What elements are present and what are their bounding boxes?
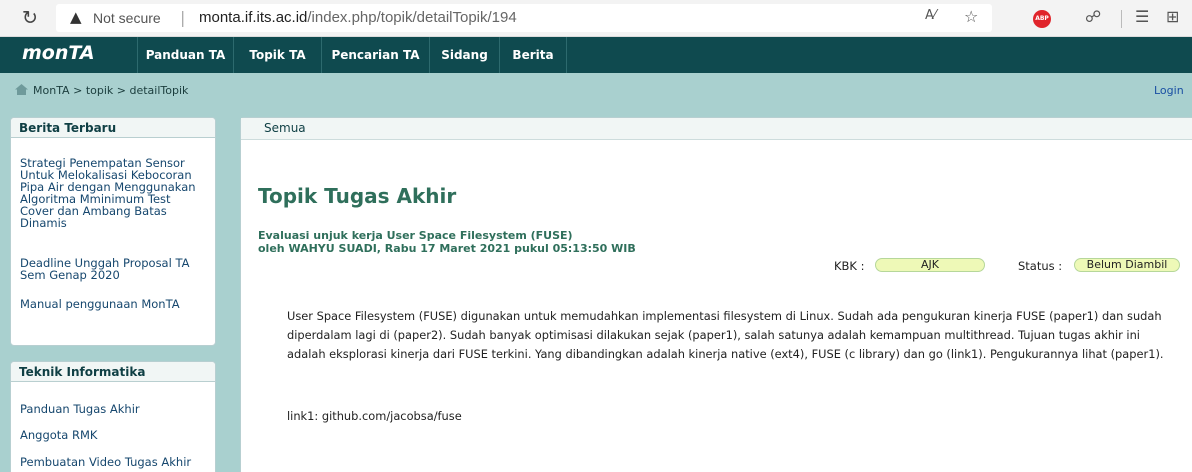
favorite-icon[interactable]: ☆ <box>964 7 978 26</box>
news-link[interactable]: Strategi Penempatan Sensor Untuk Melokal… <box>20 157 206 229</box>
breadcrumb: MonTA > topik > detailTopik <box>15 84 188 97</box>
tab-bar: Semua <box>241 118 1192 140</box>
nav-topik-ta[interactable]: Topik TA <box>233 37 321 73</box>
status-label: Status : <box>1018 259 1063 273</box>
breadcrumb-topik[interactable]: topik <box>86 84 113 97</box>
kbk-label: KBK : <box>834 259 865 273</box>
nav-pencarian-ta[interactable]: Pencarian TA <box>321 37 429 73</box>
kbk-badge: AJK <box>875 258 985 272</box>
login-link[interactable]: Login <box>1154 84 1184 97</box>
address-bar[interactable]: ▲ Not secure | monta.if.its.ac.id/index.… <box>56 4 992 32</box>
address-separator: | <box>180 8 186 27</box>
site-logo[interactable]: monTA <box>22 42 95 64</box>
news-link[interactable]: Deadline Unggah Proposal TA Sem Genap 20… <box>20 257 206 281</box>
reference-link: link1: github.com/jacobsa/fuse <box>287 409 462 423</box>
news-panel: Berita Terbaru Strategi Penempatan Senso… <box>10 117 216 346</box>
department-panel: Teknik Informatika Panduan Tugas Akhir A… <box>10 361 216 472</box>
department-link[interactable]: Anggota RMK <box>20 429 206 441</box>
breadcrumb-home[interactable]: MonTA <box>33 84 70 97</box>
warning-icon[interactable]: ▲ <box>70 8 82 26</box>
department-link[interactable]: Pembuatan Video Tugas Akhir <box>20 456 206 468</box>
topic-byline: oleh WAHYU SUADI, Rabu 17 Maret 2021 puk… <box>258 242 636 255</box>
adblock-icon[interactable]: ABP <box>1033 10 1051 28</box>
url-path: /index.php/topik/detailTopik/194 <box>307 9 517 26</box>
topic-description: User Space Filesystem (FUSE) digunakan u… <box>287 309 1164 361</box>
security-label[interactable]: Not secure <box>93 10 161 26</box>
main-content: Semua Topik Tugas Akhir Evaluasi unjuk k… <box>240 117 1192 472</box>
site-navbar: monTA Panduan TA Topik TA Pencarian TA S… <box>0 37 1192 73</box>
browser-toolbar: ↻ ▲ Not secure | monta.if.its.ac.id/inde… <box>0 0 1192 37</box>
status-badge: Belum Diambil <box>1074 258 1180 272</box>
page-title: Topik Tugas Akhir <box>258 184 457 208</box>
extensions-icon[interactable]: ☍ <box>1085 7 1101 26</box>
nav-sidang[interactable]: Sidang <box>429 37 499 73</box>
url-text[interactable]: monta.if.its.ac.id/index.php/topik/detai… <box>199 9 517 26</box>
home-icon <box>15 84 28 95</box>
breadcrumb-detail: detailTopik <box>129 84 189 97</box>
nav-berita[interactable]: Berita <box>499 37 567 73</box>
url-host: monta.if.its.ac.id <box>199 9 308 26</box>
nav-panduan-ta[interactable]: Panduan TA <box>137 37 233 73</box>
toolbar-divider <box>1121 10 1122 28</box>
reload-icon[interactable]: ↻ <box>22 7 38 29</box>
read-aloud-icon[interactable]: A⁄ <box>925 8 936 23</box>
collections-icon[interactable]: ⊞ <box>1166 7 1179 26</box>
breadcrumb-separator: > <box>116 84 126 97</box>
tab-semua[interactable]: Semua <box>264 121 306 135</box>
favorites-list-icon[interactable]: ☰ <box>1135 7 1149 26</box>
department-panel-title: Teknik Informatika <box>11 362 215 382</box>
department-link[interactable]: Panduan Tugas Akhir <box>20 403 206 415</box>
breadcrumb-separator: > <box>73 84 83 97</box>
news-panel-title: Berita Terbaru <box>11 118 215 138</box>
news-link[interactable]: Manual penggunaan MonTA <box>20 298 206 310</box>
topic-title: Evaluasi unjuk kerja User Space Filesyst… <box>258 229 573 242</box>
